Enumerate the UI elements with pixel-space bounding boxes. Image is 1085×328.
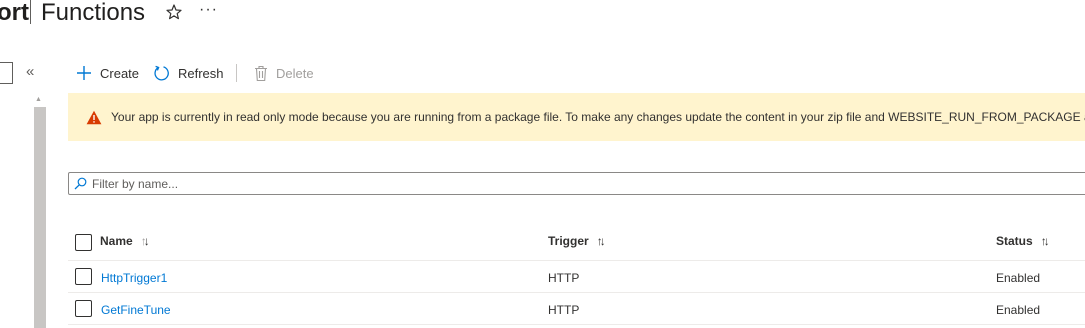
row-divider	[68, 324, 1085, 325]
resource-name-fragment: ort	[0, 0, 29, 26]
banner-message: Your app is currently in read only mode …	[111, 110, 1085, 124]
filter-input[interactable]	[92, 176, 992, 191]
select-all-checkbox[interactable]	[75, 234, 92, 251]
create-button[interactable]: Create	[76, 62, 139, 84]
sort-icon: ↑↓	[1040, 234, 1050, 248]
trash-icon	[255, 65, 267, 81]
sort-icon: ↑↓	[140, 234, 150, 248]
collapse-nav-button[interactable]: «	[26, 63, 34, 80]
favorite-star-icon[interactable]	[165, 3, 183, 21]
plus-icon	[77, 66, 91, 80]
title-separator	[30, 0, 31, 24]
refresh-label: Refresh	[178, 65, 224, 81]
row-divider	[68, 292, 1085, 293]
trigger-cell: HTTP	[548, 271, 580, 285]
create-label: Create	[100, 65, 140, 81]
column-status-label: Status	[996, 234, 1033, 248]
column-header-trigger[interactable]: Trigger ↑↓	[548, 234, 606, 248]
trigger-cell: HTTP	[548, 303, 580, 317]
function-link[interactable]: GetFineTune	[101, 303, 171, 317]
refresh-icon	[154, 65, 169, 80]
sort-icon: ↑↓	[596, 234, 606, 248]
search-icon	[74, 177, 87, 190]
filter-box[interactable]	[68, 172, 1085, 195]
delete-label: Delete	[276, 65, 314, 81]
nav-search-input[interactable]	[0, 62, 13, 84]
column-name-label: Name	[100, 234, 133, 248]
status-cell: Enabled	[996, 303, 1041, 317]
row-checkbox[interactable]	[75, 300, 92, 317]
row-checkbox[interactable]	[75, 268, 92, 285]
warning-icon	[86, 110, 102, 124]
page-title: Functions	[41, 0, 146, 26]
scroll-up-arrow-icon[interactable]: ▲	[35, 96, 42, 103]
status-cell: Enabled	[996, 271, 1041, 285]
column-header-name[interactable]: Name ↑↓	[100, 234, 150, 248]
read-only-warning-banner: Your app is currently in read only mode …	[68, 93, 1085, 141]
nav-scrollbar[interactable]	[34, 107, 46, 328]
function-link[interactable]: HttpTrigger1	[101, 271, 167, 285]
column-header-status[interactable]: Status ↑↓	[996, 234, 1050, 248]
toolbar-divider	[236, 64, 237, 82]
delete-button[interactable]: Delete	[254, 62, 314, 84]
column-trigger-label: Trigger	[548, 234, 589, 248]
refresh-button[interactable]: Refresh	[153, 62, 224, 84]
more-options-button[interactable]: ···	[199, 1, 218, 19]
header-divider	[68, 260, 1085, 261]
